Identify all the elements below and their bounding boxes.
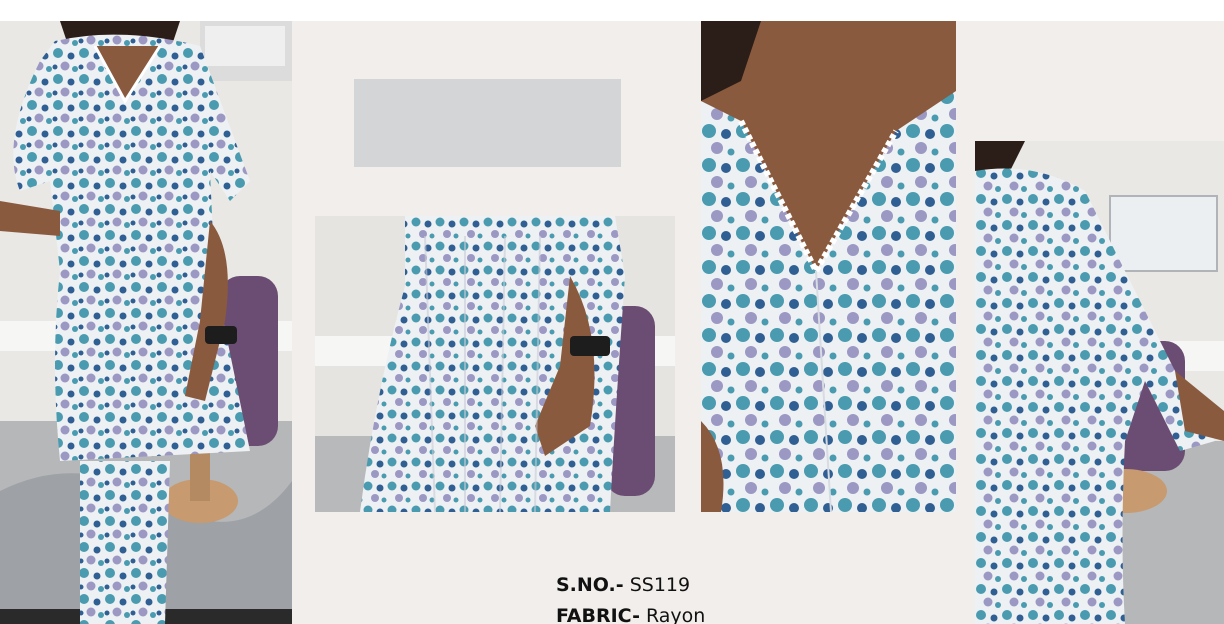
- model-full-front-photo: [0, 21, 292, 624]
- catalog-page: S.NO.- SS119 FABRIC- Rayon: [0, 0, 1224, 624]
- fabric-row: FABRIC- Rayon: [556, 601, 705, 624]
- skirt-closeup-photo: [315, 216, 675, 512]
- sno-value: SS119: [629, 574, 691, 596]
- neckline-closeup-photo: [701, 21, 956, 512]
- fabric-label: FABRIC-: [556, 605, 640, 624]
- sno-row: S.NO.- SS119: [556, 570, 705, 601]
- fabric-value: Rayon: [646, 605, 706, 624]
- model-side-photo: [975, 141, 1224, 624]
- placeholder-block: [354, 79, 621, 167]
- product-specs: S.NO.- SS119 FABRIC- Rayon: [556, 570, 705, 624]
- sno-label: S.NO.-: [556, 574, 624, 596]
